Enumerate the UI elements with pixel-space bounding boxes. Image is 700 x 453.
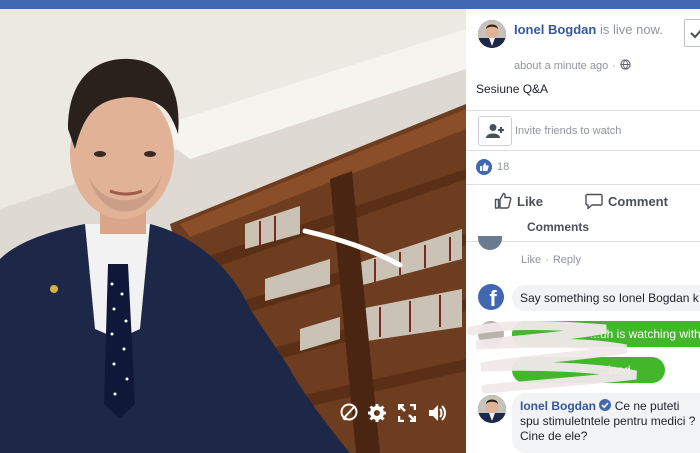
comment-body: Ionel Bogdan Ce ne puteti spu stimuletnt… (520, 399, 700, 444)
author-name[interactable]: Ionel Bogdan (514, 22, 596, 37)
author-avatar[interactable] (478, 20, 506, 48)
follow-check-button[interactable] (684, 19, 700, 47)
live-post-panel: Ionel Bogdan is live now. about a minute… (466, 9, 700, 453)
comment-button[interactable]: Comment (585, 192, 668, 210)
facebook-logo-icon: f (478, 284, 504, 310)
speech-bubble-icon (585, 193, 603, 210)
post-description: Sesiune Q&A (476, 82, 549, 96)
live-prompt-text: Say something so Ionel Bogdan k (520, 291, 699, 305)
gear-icon[interactable] (366, 402, 388, 424)
commenter-avatar[interactable] (478, 395, 506, 423)
add-friend-icon (486, 124, 504, 138)
redaction-scribble (466, 321, 637, 394)
divider (466, 110, 700, 111)
commenter-avatar[interactable] (478, 236, 502, 250)
comment-like-link[interactable]: Like (521, 254, 541, 266)
post-header: Ionel Bogdan is live now. (514, 21, 664, 39)
invite-friends-input[interactable]: Invite friends to watch (515, 121, 700, 141)
check-icon (690, 29, 700, 39)
divider (466, 184, 700, 185)
comment-label: Comment (608, 193, 668, 209)
top-blue-bar (0, 0, 700, 9)
privacy-sep: · (612, 60, 616, 72)
post-time[interactable]: about a minute ago (514, 60, 608, 72)
like-label: Like (517, 193, 544, 209)
like-icon (476, 159, 492, 175)
divider (466, 150, 700, 151)
post-meta: about a minute ago · (514, 59, 631, 73)
action-sep: · (545, 254, 549, 266)
live-status-text: is live now. (599, 22, 663, 37)
add-friend-button[interactable] (478, 116, 512, 146)
thumbs-up-icon (494, 192, 512, 209)
fullscreen-icon[interactable] (396, 402, 418, 424)
reaction-count: 18 (497, 161, 510, 173)
video-frame (0, 9, 466, 453)
comments-tab[interactable]: Comments (527, 220, 589, 234)
comment-reply-link[interactable]: Reply (553, 254, 581, 266)
live-prompt-bubble: Say something so Ionel Bogdan k (512, 285, 700, 311)
comment-author[interactable]: Ionel Bogdan (520, 399, 596, 413)
verified-check-icon (599, 399, 612, 411)
comment-actions: Like · Reply (521, 254, 581, 266)
like-button[interactable]: Like (494, 192, 543, 210)
globe-icon (620, 59, 631, 73)
reactions-summary[interactable]: 18 (476, 159, 509, 175)
live-video[interactable] (0, 9, 466, 453)
comment-off-icon[interactable] (338, 402, 360, 424)
facebook-logo-letter: f (489, 286, 497, 310)
volume-icon[interactable] (426, 402, 448, 424)
